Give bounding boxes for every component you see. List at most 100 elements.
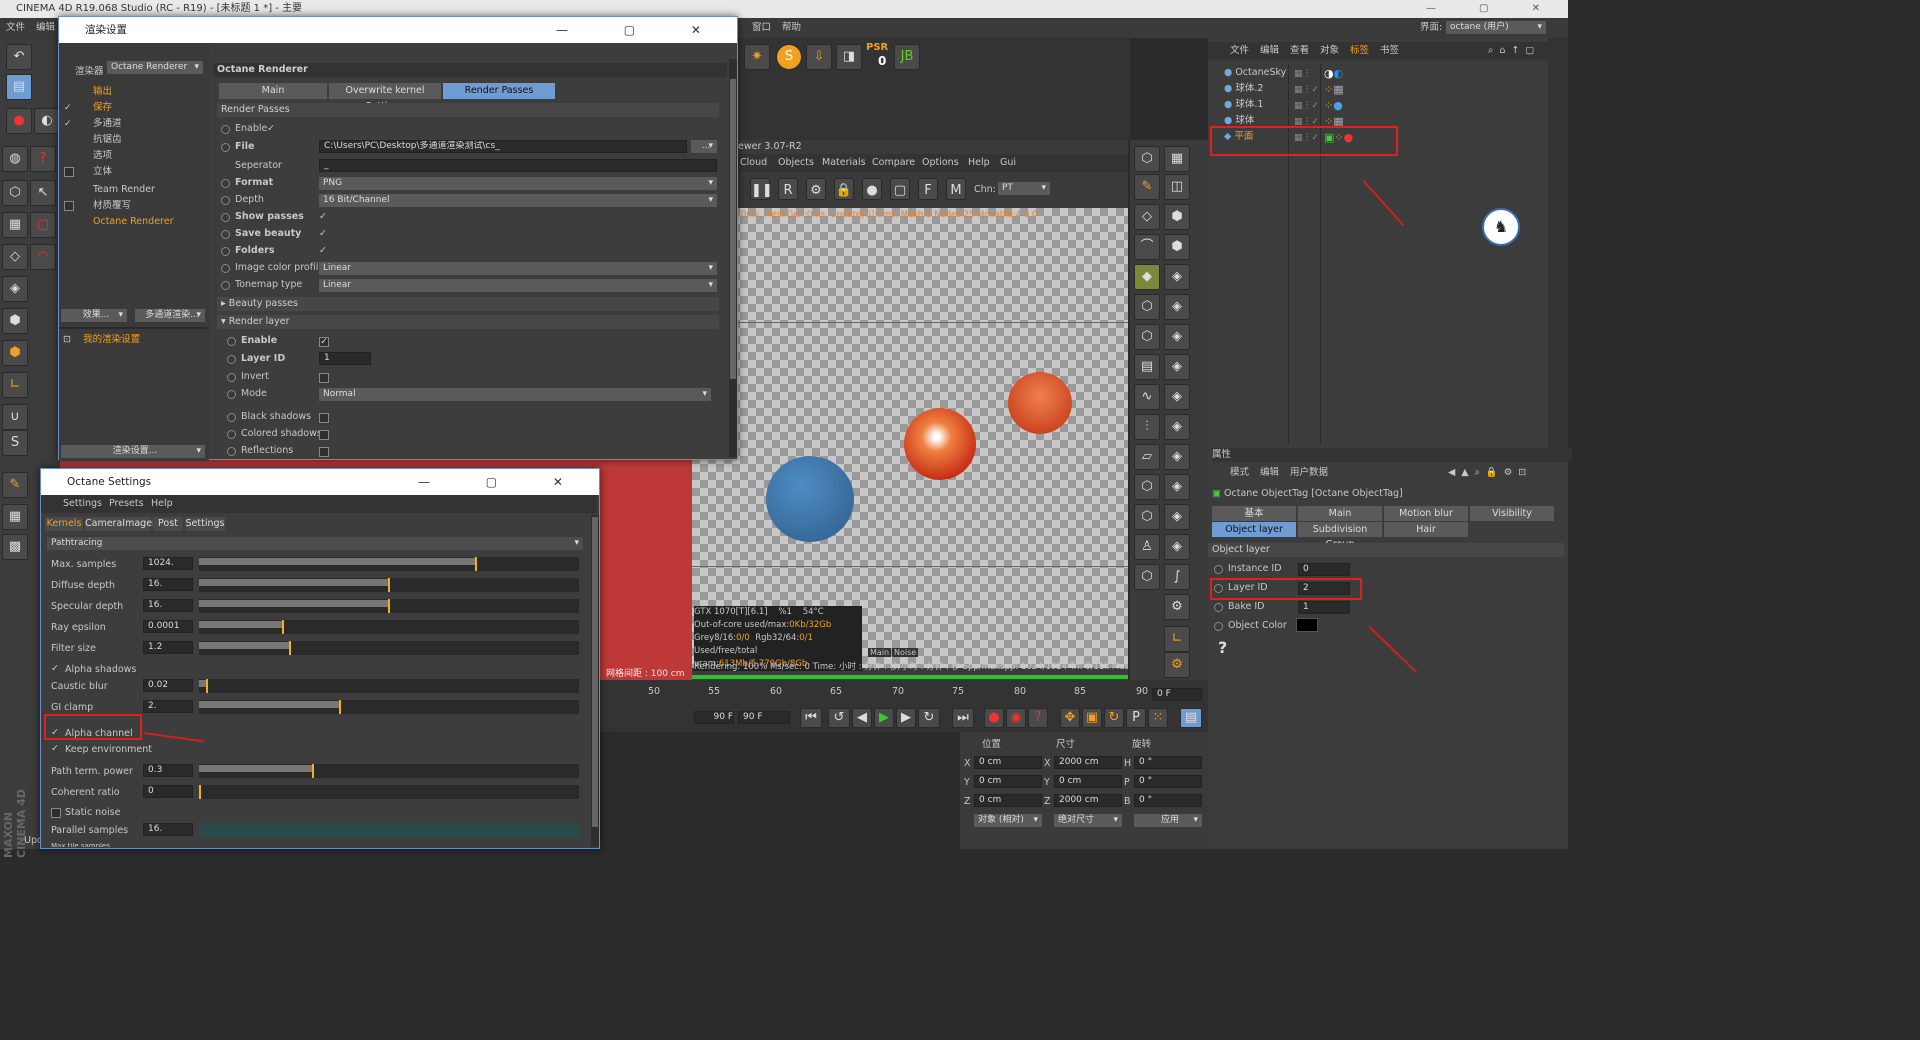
instance-id-field[interactable]: 0 (1298, 563, 1350, 576)
object-color-swatch[interactable] (1296, 618, 1318, 632)
grid-icon[interactable]: ▦ (2, 504, 28, 530)
param-field[interactable]: 0 (143, 785, 193, 798)
camera2-icon[interactable]: ◈ (1164, 324, 1190, 350)
anim-dot[interactable] (227, 373, 236, 382)
coord-mode-select[interactable]: 对象 (相对) (974, 814, 1042, 827)
folders-check-icon[interactable]: ✓ (319, 245, 327, 256)
anim-dot[interactable] (1214, 622, 1223, 631)
gear-icon[interactable]: ⚙ (1164, 594, 1190, 620)
anim-dot[interactable] (221, 264, 230, 273)
figure-icon[interactable]: ♙ (1134, 534, 1160, 560)
position-x-field[interactable]: 0 cm (974, 756, 1042, 769)
axis-l-icon[interactable]: ∟ (1164, 626, 1190, 652)
undo-icon[interactable]: ↶ (6, 44, 32, 70)
gi-clamp-slider[interactable] (199, 700, 579, 714)
renderer-select[interactable]: Octane Renderer (107, 61, 203, 74)
coherent-ratio-slider[interactable] (199, 785, 579, 799)
go-end-icon[interactable]: ⏭ (952, 708, 974, 728)
spline2-icon[interactable]: ◈ (1164, 384, 1190, 410)
bake-id-field[interactable]: 1 (1298, 601, 1350, 614)
render-region-icon[interactable]: ◨ (836, 44, 862, 70)
bend-icon[interactable]: ⌒ (1134, 234, 1160, 260)
sky2-icon[interactable]: ◈ (1164, 474, 1190, 500)
pen-icon[interactable]: ✎ (1134, 174, 1160, 200)
menu-file[interactable]: 文件 (6, 18, 25, 38)
window-controls[interactable]: — ▢ ✕ (556, 17, 727, 43)
lasso-icon[interactable]: ◠ (30, 244, 56, 270)
light-icon[interactable]: ▤ (1134, 354, 1160, 380)
rotate-key-icon[interactable]: ↻ (1104, 708, 1124, 728)
restart-icon[interactable]: R (778, 178, 798, 200)
tab-render-passes[interactable]: Render Passes (443, 83, 555, 99)
kernel-select[interactable]: Pathtracing (47, 537, 583, 550)
layout-select[interactable]: octane (用户) (1446, 21, 1546, 34)
multipass-render-button[interactable]: 多通道渲染... (135, 309, 205, 322)
lv-menu-gui[interactable]: Gui (1000, 154, 1016, 172)
param-field[interactable]: 16. (143, 599, 193, 612)
anim-dot[interactable] (1214, 565, 1223, 574)
slider-handle[interactable] (338, 700, 341, 714)
record-icon[interactable]: ● (6, 108, 32, 134)
floor2-icon[interactable]: ◈ (1164, 444, 1190, 470)
next-frame-icon[interactable]: ▶ (896, 708, 916, 728)
scene2-icon[interactable]: ◈ (1164, 294, 1190, 320)
om-menu-file[interactable]: 文件 (1230, 42, 1249, 60)
slider-handle[interactable] (388, 578, 390, 592)
lv-menu-materials[interactable]: Materials (822, 154, 866, 172)
specular-depth-slider[interactable] (199, 599, 579, 613)
rs-item-stereo[interactable]: 立体 (93, 165, 112, 179)
plane-icon[interactable]: ◇ (2, 244, 28, 270)
pause-icon[interactable]: ❚❚ (750, 178, 773, 200)
play-icon[interactable]: ▶ (874, 708, 894, 728)
rl-colored-shadows-checkbox[interactable] (319, 430, 329, 440)
keep-environment-check-icon[interactable]: ✓ (51, 743, 59, 754)
s-icon[interactable]: S (776, 44, 802, 70)
attr-nav-icons[interactable]: ◀▲⌕🔒⚙⊡ (1448, 464, 1532, 482)
parallel-samples-slider[interactable] (199, 823, 579, 837)
position-z-field[interactable]: 0 cm (974, 794, 1042, 807)
diffuse-depth-slider[interactable] (199, 578, 579, 592)
hair2-icon[interactable]: ◈ (1164, 414, 1190, 440)
cube2-icon[interactable]: ⬢ (2, 308, 28, 334)
lv-menu-options[interactable]: Options (922, 154, 959, 172)
chn-select[interactable]: PT (998, 182, 1050, 195)
workplane-icon[interactable]: ▩ (2, 534, 28, 560)
static-noise-checkbox[interactable] (51, 808, 61, 818)
anim-dot[interactable] (221, 143, 230, 152)
anim-dot[interactable] (221, 230, 230, 239)
settings-cube-icon[interactable]: ⚙ (1164, 652, 1190, 678)
enable-check-icon[interactable]: ✓ (267, 123, 275, 134)
tab-object-layer[interactable]: Object layer (1212, 522, 1296, 537)
size-z-field[interactable]: 2000 cm (1054, 794, 1122, 807)
rs-item-save[interactable]: 保存 (93, 101, 112, 115)
rl-reflections-checkbox[interactable] (319, 447, 329, 457)
depth-select[interactable]: 16 Bit/Channel (319, 194, 717, 207)
separator-field[interactable]: _ (319, 159, 717, 172)
nurbs-icon[interactable]: ◇ (1134, 204, 1160, 230)
menu-window[interactable]: 窗口 (752, 18, 771, 38)
param-field[interactable]: 0.02 (143, 679, 193, 692)
multipass-check-icon[interactable]: ✓ (64, 119, 72, 129)
slider-handle[interactable] (388, 599, 390, 613)
help-icon[interactable]: ? (30, 146, 56, 172)
save-beauty-check-icon[interactable]: ✓ (319, 228, 327, 239)
om-menu-view[interactable]: 查看 (1290, 42, 1309, 60)
array-icon[interactable]: ⬢ (1164, 204, 1190, 230)
param-field[interactable]: 1.2 (143, 641, 193, 654)
help-question-icon[interactable]: ? (1218, 638, 1227, 657)
tab-main[interactable]: Main (219, 83, 327, 99)
model-mode-icon[interactable]: ▤ (6, 74, 32, 100)
rs-item-multipass[interactable]: 多通道 (93, 117, 122, 131)
octane-icon[interactable]: ◍ (2, 146, 28, 172)
region-icon[interactable]: ▢ (890, 178, 910, 200)
format-select[interactable]: PNG (319, 177, 717, 190)
rl-mode-select[interactable]: Normal (319, 388, 711, 401)
anim-dot[interactable] (221, 247, 230, 256)
rs-item-octane-renderer[interactable]: Octane Renderer (93, 215, 174, 229)
beauty-passes-section[interactable]: ▸ Beauty passes (217, 297, 719, 311)
jb-icon[interactable]: JB (894, 44, 920, 70)
param-field[interactable]: 16. (143, 578, 193, 591)
deformer2-icon[interactable]: ◈ (1164, 264, 1190, 290)
end-frame-field[interactable]: 90 F (694, 711, 734, 724)
param-field[interactable]: 0.0001 (143, 620, 193, 633)
